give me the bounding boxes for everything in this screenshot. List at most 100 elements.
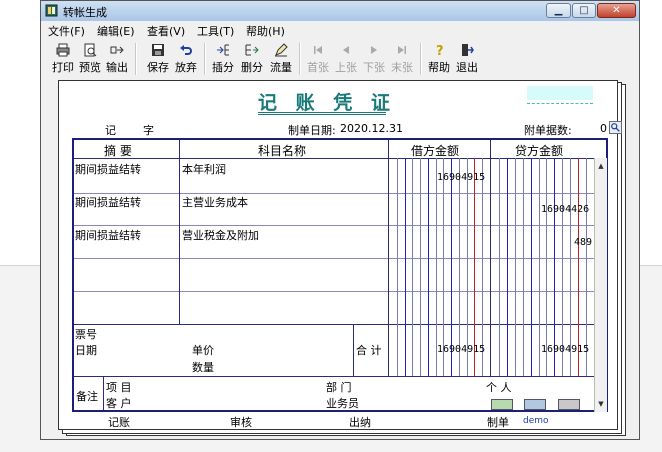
row-credit[interactable]: 16904426 — [541, 204, 589, 215]
unit-price-label: 单价 — [192, 344, 214, 357]
toolbar-separator — [420, 43, 422, 75]
digit-column-line — [499, 158, 500, 376]
attach-count[interactable]: 0 — [600, 122, 607, 135]
bookkeeper-label: 记账 — [108, 416, 130, 429]
voucher-title-underline — [258, 112, 386, 115]
undo-label: 放弃 — [175, 61, 197, 74]
export-button[interactable]: 输出 — [105, 41, 129, 77]
row-debit[interactable]: 16904915 — [437, 172, 485, 183]
pencil-icon — [275, 43, 288, 57]
first-button[interactable]: 首张 — [306, 41, 330, 77]
reviewer-label: 审核 — [230, 416, 252, 429]
row-summary[interactable]: 期间损益结转 — [75, 227, 141, 243]
header-debit: 借方金额 — [411, 144, 460, 158]
grid-line — [74, 376, 594, 377]
next-icon — [371, 46, 377, 54]
insert-row-label: 插分 — [212, 61, 234, 74]
menu-edit[interactable]: 编辑(E) — [97, 23, 135, 39]
voucher-type-suffix: 字 — [143, 124, 154, 137]
project-label: 项 目 — [106, 381, 132, 394]
voucher-number-field[interactable] — [527, 86, 593, 100]
preview-button[interactable]: 预览 — [78, 41, 102, 77]
menu-help[interactable]: 帮助(H) — [246, 23, 285, 39]
minimize-button[interactable]: ▁ — [546, 3, 571, 18]
last-icon — [398, 46, 406, 54]
undo-button[interactable]: 放弃 — [174, 41, 198, 77]
cash-flow-button[interactable]: 流量 — [269, 41, 293, 77]
date-label: 制单日期: — [288, 124, 336, 137]
help-icon: ? — [436, 44, 444, 57]
ledger-icon[interactable] — [491, 399, 513, 410]
preview-icon — [84, 43, 97, 57]
preparer-label: 制单 — [487, 416, 509, 429]
toolbar-separator — [135, 43, 137, 75]
row-credit[interactable]: 489 — [574, 237, 592, 248]
voucher-title: 记 账 凭 证 — [258, 92, 396, 114]
digit-column-line — [397, 158, 398, 376]
prev-button[interactable]: 上张 — [334, 41, 358, 77]
toolbar-separator — [204, 43, 206, 75]
header-summary: 摘 要 — [104, 144, 132, 158]
voucher-number-underline — [527, 103, 593, 104]
digit-column-line — [531, 158, 532, 376]
remarks-label: 备注 — [76, 390, 98, 403]
zoom-button[interactable] — [609, 121, 622, 134]
close-button[interactable]: ✕ — [597, 3, 636, 18]
menu-file[interactable]: 文件(F) — [48, 23, 85, 39]
customer-label: 客 户 — [106, 397, 132, 410]
insert-row-button[interactable]: 插分 — [211, 41, 235, 77]
scroll-down-arrow[interactable]: ▼ — [595, 398, 607, 410]
digit-column-line — [523, 158, 524, 376]
delete-row-label: 删分 — [241, 61, 263, 74]
next-button[interactable]: 下张 — [362, 41, 386, 77]
digit-column-line — [428, 158, 429, 376]
menu-tools[interactable]: 工具(T) — [197, 23, 234, 39]
maximize-button[interactable]: □ — [572, 3, 596, 18]
delete-row-button[interactable]: 删分 — [240, 41, 264, 77]
voucher-date[interactable]: 2020.12.31 — [340, 122, 403, 135]
scroll-up-arrow[interactable]: ▲ — [595, 160, 607, 172]
close-entry-icon[interactable] — [558, 399, 580, 410]
export-label: 输出 — [106, 61, 128, 74]
last-button[interactable]: 末张 — [390, 41, 414, 77]
ticket-label: 票号 — [75, 328, 97, 341]
help-button[interactable]: ? 帮助 — [427, 41, 451, 77]
total-debit: 16904915 — [437, 344, 486, 355]
grid-line — [353, 324, 354, 376]
insert-row-icon — [217, 44, 229, 56]
preparer-name: demo — [523, 416, 549, 426]
cashier-label: 出纳 — [349, 416, 371, 429]
row-summary[interactable]: 期间损益结转 — [75, 161, 141, 177]
menu-bar: 文件(F) 编辑(E) 查看(V) 工具(T) 帮助(H) — [41, 21, 639, 39]
digit-column-line — [420, 158, 421, 376]
grid-line — [103, 376, 104, 410]
department-label: 部 门 — [326, 381, 352, 394]
ticket-date-label: 日期 — [75, 344, 97, 357]
save-button[interactable]: 保存 — [146, 41, 170, 77]
row-summary[interactable]: 期间损益结转 — [75, 194, 141, 210]
svg-text:?: ? — [436, 44, 444, 57]
window-title: 转帐生成 — [63, 6, 107, 19]
voucher-type[interactable]: 记 — [105, 122, 116, 138]
person-label: 个 人 — [486, 381, 512, 394]
header-account: 科目名称 — [258, 144, 307, 158]
title-bar[interactable]: 转帐生成 ▁ □ ✕ — [41, 1, 639, 21]
total-label: 合 计 — [356, 344, 382, 357]
exit-button[interactable]: 退出 — [455, 41, 479, 77]
grid-line — [388, 140, 389, 376]
print-button[interactable]: 打印 — [51, 41, 75, 77]
undo-icon — [180, 45, 192, 55]
row-account[interactable]: 营业税金及附加 — [182, 227, 259, 243]
row-account[interactable]: 本年利润 — [182, 161, 226, 177]
card-icon[interactable] — [524, 399, 546, 410]
menu-view[interactable]: 查看(V) — [147, 23, 185, 39]
row-account[interactable]: 主营业务成本 — [182, 194, 248, 210]
last-label: 末张 — [391, 61, 413, 74]
export-icon — [110, 46, 124, 54]
app-icon — [45, 4, 58, 17]
quantity-label: 数量 — [192, 361, 214, 374]
delete-row-icon — [245, 44, 259, 56]
vertical-scrollbar[interactable]: ▲ ▼ — [594, 158, 607, 412]
digit-column-line — [507, 158, 508, 376]
header-credit: 贷方金额 — [515, 144, 564, 158]
